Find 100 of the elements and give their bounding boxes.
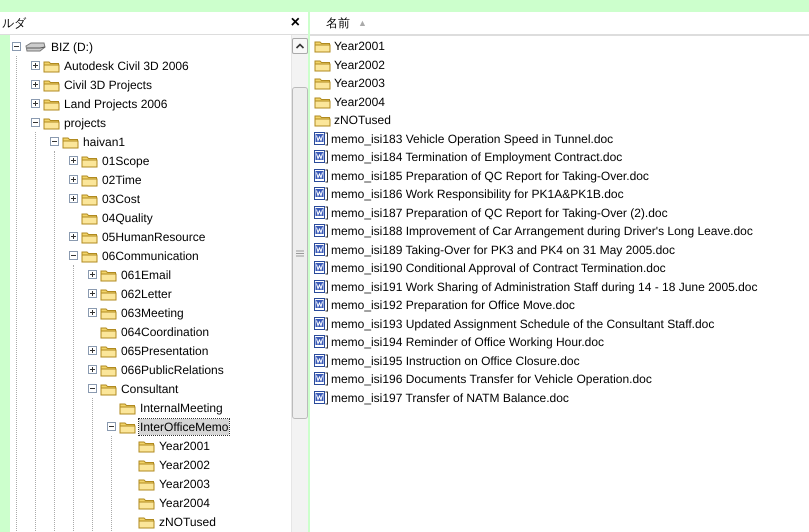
file-name[interactable]: zNOTused — [334, 113, 391, 128]
tree-item[interactable]: Autodesk Civil 3D 2006 — [63, 58, 190, 74]
tree-item[interactable]: InternalMeeting — [139, 400, 224, 416]
expand-icon[interactable] — [69, 194, 78, 203]
document-icon — [314, 132, 328, 146]
document-icon — [314, 335, 328, 350]
tree-item[interactable]: 064Coordination — [120, 324, 210, 340]
tree-item[interactable]: InterOfficeMemo — [139, 418, 230, 434]
document-icon — [314, 354, 328, 368]
file-name[interactable]: memo_isi197 Transfer of NATM Balance.doc — [331, 390, 569, 405]
file-name[interactable]: memo_isi196 Documents Transfer for Vehicle Operation.doc — [331, 372, 652, 386]
expand-icon[interactable] — [88, 365, 97, 374]
file-name[interactable]: memo_isi183 Vehicle Operation Speed in Tunnel.doc — [331, 132, 614, 146]
file-name[interactable]: memo_isi189 Taking-Over for PK3 and PK4 on 31 May 2005.doc — [331, 242, 675, 257]
tree-item[interactable]: 061Email — [120, 266, 172, 282]
tree-item[interactable]: BIZ (D:) — [50, 38, 94, 54]
column-header[interactable]: 名前 ▲ — [310, 12, 809, 36]
expand-icon[interactable] — [69, 232, 78, 241]
file-name[interactable]: Year2003 — [334, 76, 385, 90]
file-name[interactable]: memo_isi185 Preparation of QC Report for Taking-Over.doc — [331, 168, 649, 183]
folder-icon — [43, 116, 60, 130]
document-icon — [314, 280, 328, 294]
folder-icon — [138, 438, 155, 452]
scroll-up-icon[interactable] — [292, 38, 308, 54]
drive-icon — [24, 40, 46, 52]
tree-item[interactable]: Year2004 — [158, 494, 211, 510]
folder-icon — [81, 248, 98, 262]
tree-item[interactable]: 06Communication — [101, 248, 200, 264]
file-name[interactable]: Year2001 — [334, 39, 385, 54]
file-name[interactable]: memo_isi195 Instruction on Office Closure.doc — [331, 354, 580, 368]
file-name[interactable]: memo_isi184 Termination of Employment Contract.doc — [331, 150, 622, 164]
folder-icon — [81, 172, 98, 186]
file-name[interactable]: Year2002 — [334, 58, 385, 72]
folder-icon — [100, 362, 117, 376]
expand-icon[interactable] — [88, 308, 97, 317]
tree-item[interactable]: Land Projects 2006 — [63, 96, 168, 112]
document-icon — [314, 298, 328, 312]
tree-item[interactable]: Year2003 — [158, 476, 211, 492]
folder-icon — [43, 58, 60, 72]
folder-icon — [100, 382, 117, 396]
tree-item[interactable]: Civil 3D Projects — [63, 76, 154, 92]
tree-item[interactable]: 02Time — [101, 172, 143, 188]
collapse-icon[interactable] — [12, 42, 21, 51]
document-icon — [314, 187, 328, 202]
document-icon — [314, 168, 328, 183]
expand-icon[interactable] — [69, 156, 78, 165]
tree-item[interactable]: Consultant — [120, 380, 180, 396]
sort-indicator: ▲ — [358, 18, 367, 28]
tree-item[interactable]: 065Presentation — [120, 342, 210, 358]
close-button[interactable]: × — [290, 14, 300, 32]
document-icon — [314, 390, 328, 405]
tree-item[interactable]: 04Quality — [101, 210, 154, 226]
file-name[interactable]: memo_isi194 Reminder of Office Working Hour.doc — [331, 335, 604, 350]
tree-item[interactable]: projects — [63, 114, 108, 130]
file-name[interactable]: memo_isi188 Improvement of Car Arrangement during Driver's Long Leave.doc — [331, 224, 753, 238]
tree-item[interactable]: 03Cost — [101, 190, 142, 206]
collapse-icon[interactable] — [88, 384, 97, 393]
expand-icon[interactable] — [31, 61, 40, 70]
tree-item[interactable]: Year2001 — [158, 438, 211, 454]
folder-icon — [100, 286, 117, 300]
expand-icon[interactable] — [69, 175, 78, 184]
folder-icon — [138, 458, 155, 472]
folder-icon — [100, 344, 117, 358]
tree-item[interactable]: 063Meeting — [120, 304, 185, 320]
expand-icon[interactable] — [88, 270, 97, 279]
folder-icon — [81, 230, 98, 244]
tree-item[interactable]: 01Scope — [101, 152, 150, 168]
scroll-thumb[interactable] — [292, 87, 308, 419]
collapse-icon[interactable] — [31, 118, 40, 127]
tree-item[interactable]: 05HumanResource — [101, 228, 206, 244]
collapse-icon[interactable] — [69, 251, 78, 260]
file-name[interactable]: memo_isi192 Preparation for Office Move.doc — [331, 298, 575, 312]
expand-icon[interactable] — [88, 289, 97, 298]
folder-icon — [100, 324, 117, 338]
file-name[interactable]: memo_isi190 Conditional Approval of Contract Termination.doc — [331, 261, 666, 276]
expand-icon[interactable] — [31, 99, 40, 108]
tree-item[interactable]: 062Letter — [120, 286, 173, 302]
file-name[interactable]: memo_isi191 Work Sharing of Administration Staff during 14 - 18 June 2005.doc — [331, 280, 758, 294]
file-name[interactable]: memo_isi193 Updated Assignment Schedule of the Consultant Staff.doc — [331, 316, 714, 331]
collapse-icon[interactable] — [107, 422, 116, 431]
document-icon — [314, 242, 328, 257]
expand-icon[interactable] — [88, 346, 97, 355]
folder-icon — [314, 39, 331, 54]
tree-item[interactable]: zNOTused — [158, 514, 217, 530]
file-name[interactable]: memo_isi186 Work Responsibility for PK1A&PK1B.doc — [331, 187, 624, 202]
folder-icon — [43, 96, 60, 110]
document-icon — [314, 261, 328, 276]
expand-icon[interactable] — [31, 80, 40, 89]
file-name[interactable]: Year2004 — [334, 94, 385, 109]
folder-icon — [138, 476, 155, 490]
tree-item[interactable]: Year2002 — [158, 456, 211, 472]
file-name[interactable]: memo_isi187 Preparation of QC Report for Taking-Over (2).doc — [331, 206, 668, 220]
folder-icon — [119, 420, 136, 434]
tree-item[interactable]: haivan1 — [82, 134, 126, 150]
grip-icon — [296, 250, 304, 256]
collapse-icon[interactable] — [50, 137, 59, 146]
folder-icon — [62, 134, 79, 148]
tree-item[interactable]: 066PublicRelations — [120, 362, 225, 378]
folder-icon — [138, 514, 155, 528]
scrollbar[interactable] — [291, 35, 308, 532]
